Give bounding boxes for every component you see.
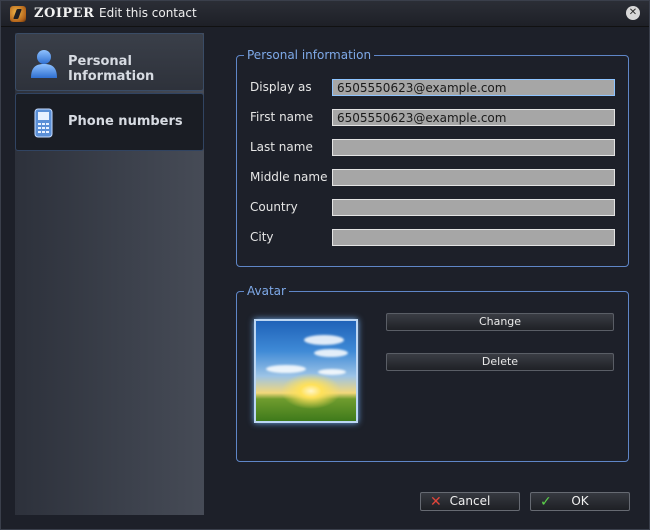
window-title: Edit this contact [99, 6, 197, 20]
sidebar-item-label: Personal Information [68, 54, 155, 84]
middle-name-input[interactable] [332, 169, 615, 186]
avatar-image [254, 319, 358, 423]
person-icon [31, 50, 57, 78]
close-icon[interactable]: ✕ [626, 6, 640, 20]
group-title: Avatar [244, 283, 289, 299]
last-name-label: Last name [250, 140, 313, 154]
display-as-input[interactable] [332, 79, 615, 96]
phone-icon [34, 108, 53, 138]
title-bar[interactable]: ZOIPER Edit this contact ✕ [1, 1, 649, 27]
delete-avatar-button[interactable]: Delete [386, 353, 614, 371]
group-title: Personal information [244, 47, 375, 63]
city-label: City [250, 230, 274, 244]
zoiper-logo-icon [10, 6, 26, 22]
cancel-button[interactable]: ✕ Cancel [420, 492, 520, 511]
first-name-label: First name [250, 110, 314, 124]
middle-name-label: Middle name [250, 170, 328, 184]
sidebar: Personal Information Phone numbers [15, 33, 204, 515]
last-name-input[interactable] [332, 139, 615, 156]
country-label: Country [250, 200, 298, 214]
sidebar-item-label: Phone numbers [68, 114, 183, 129]
edit-contact-window: ZOIPER Edit this contact ✕ Personal Info… [0, 0, 650, 530]
ok-button-label: OK [571, 494, 589, 508]
display-as-label: Display as [250, 80, 312, 94]
sidebar-item-phone-numbers[interactable]: Phone numbers [15, 93, 204, 151]
personal-information-group: Personal information Display as First na… [236, 47, 629, 267]
sidebar-item-personal-information[interactable]: Personal Information [15, 33, 204, 91]
avatar-group: Avatar Change Delete [236, 283, 629, 462]
cancel-button-label: Cancel [449, 494, 491, 508]
country-input[interactable] [332, 199, 615, 216]
ok-button[interactable]: ✓ OK [530, 492, 630, 511]
first-name-input[interactable] [332, 109, 615, 126]
city-input[interactable] [332, 229, 615, 246]
change-avatar-button[interactable]: Change [386, 313, 614, 331]
app-name: ZOIPER [34, 6, 95, 21]
